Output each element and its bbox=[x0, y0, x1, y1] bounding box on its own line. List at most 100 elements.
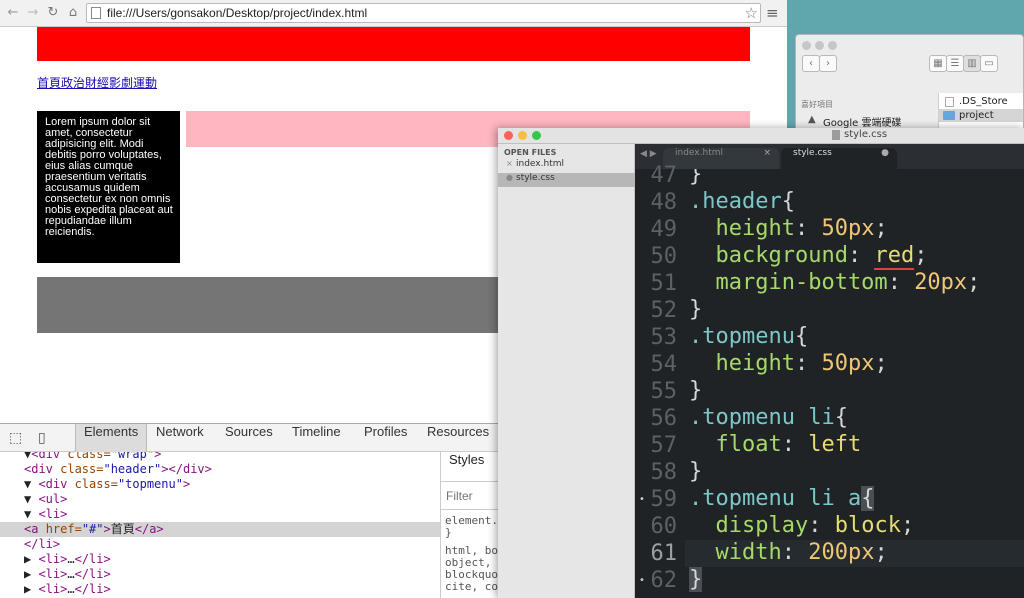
code-line[interactable]: } bbox=[689, 378, 1024, 405]
code-line[interactable]: } bbox=[689, 297, 1024, 324]
editor-tabbar: ◀ ▶ index.html × style.css ● bbox=[635, 144, 1024, 169]
finder-back-icon[interactable]: ‹ bbox=[802, 55, 820, 72]
line-number: 50 bbox=[650, 244, 678, 269]
tab-label: style.css bbox=[793, 148, 832, 158]
line-number: 56 bbox=[650, 406, 678, 431]
finder-forward-icon[interactable]: › bbox=[819, 55, 837, 72]
styles-tab[interactable]: Styles bbox=[441, 452, 500, 482]
list-item[interactable]: .DS_Store bbox=[939, 95, 1023, 108]
sidebar-file-index[interactable]: × index.html bbox=[498, 159, 635, 173]
line-number: 60 bbox=[650, 514, 678, 539]
line-number: 49 bbox=[650, 217, 678, 242]
minimize-button[interactable] bbox=[518, 131, 527, 140]
file-icon bbox=[945, 97, 954, 107]
tab-label: index.html bbox=[675, 148, 723, 158]
tab-index-html[interactable]: index.html × bbox=[663, 148, 779, 169]
tab-scroll-arrows-icon[interactable]: ◀ ▶ bbox=[640, 149, 657, 159]
address-bar[interactable]: file:///Users/gonsakon/Desktop/project/i… bbox=[86, 3, 761, 23]
google-drive-label[interactable]: Google 雲端硬碟 bbox=[823, 114, 901, 129]
dom-node-row[interactable]: ▼ <ul> bbox=[0, 492, 440, 507]
unsaved-dot-icon: ● bbox=[506, 173, 513, 182]
editor-window: style.css OPEN FILES × index.html ● styl… bbox=[498, 128, 1024, 598]
inspect-cursor-icon[interactable]: ⬚ bbox=[9, 429, 22, 447]
code-line[interactable]: height: 50px; bbox=[689, 351, 1024, 378]
close-dot-icon[interactable] bbox=[802, 41, 811, 50]
close-icon[interactable]: × bbox=[763, 148, 771, 158]
code-line[interactable]: } bbox=[689, 459, 1024, 486]
line-number-gutter: 47 48 49 50 51 52 53 54 55 56 57 58 59 • 60 61 62 • bbox=[635, 163, 685, 598]
hamburger-menu-icon[interactable]: ≡ bbox=[766, 4, 779, 22]
list-item[interactable]: project bbox=[939, 109, 1023, 122]
tab-elements[interactable]: Elements bbox=[75, 424, 148, 452]
code-line[interactable]: .topmenu{ bbox=[689, 324, 1024, 351]
device-mode-icon[interactable]: ▯ bbox=[38, 429, 46, 447]
unsaved-dot-icon[interactable]: ● bbox=[881, 148, 889, 158]
home-icon[interactable]: ⌂ bbox=[64, 4, 82, 22]
styles-pane: Styles element. } html, bo object, block… bbox=[440, 452, 500, 598]
dom-node-row[interactable]: </li> bbox=[0, 537, 440, 552]
code-line[interactable]: float: left bbox=[689, 432, 1024, 459]
folder-name: project bbox=[959, 110, 994, 121]
code-line[interactable]: .topmenu li a{ bbox=[689, 486, 1024, 513]
topmenu-link[interactable]: 首頁政治財經影劇運動 bbox=[37, 74, 157, 91]
window-title: style.css bbox=[844, 129, 888, 140]
code-area[interactable]: } .header{ height: 50px; background: red;… bbox=[685, 169, 1024, 598]
column-view-icon[interactable]: ▥ bbox=[963, 55, 981, 72]
code-line[interactable]: display: block; bbox=[689, 513, 1024, 540]
page-header-block bbox=[37, 27, 750, 61]
back-arrow-icon[interactable]: ← bbox=[4, 4, 22, 22]
reload-icon[interactable]: ↻ bbox=[44, 4, 62, 22]
line-number: 52 bbox=[650, 298, 678, 323]
bookmark-star-icon[interactable]: ☆ bbox=[745, 4, 758, 22]
close-icon[interactable]: × bbox=[506, 159, 513, 168]
tab-resources[interactable]: Resources bbox=[419, 424, 497, 452]
code-line[interactable]: .header{ bbox=[689, 189, 1024, 216]
tab-timeline[interactable]: Timeline bbox=[284, 424, 349, 452]
code-line[interactable]: } bbox=[689, 567, 1024, 594]
line-number: 55 bbox=[650, 379, 678, 404]
page-icon bbox=[91, 7, 101, 19]
code-line[interactable]: margin-bottom: 20px; bbox=[689, 270, 1024, 297]
line-number: 51 bbox=[650, 271, 678, 296]
fold-marker-icon[interactable]: • bbox=[639, 575, 645, 586]
line-number: 48 bbox=[650, 190, 678, 215]
tab-network[interactable]: Network bbox=[148, 424, 212, 452]
document-icon bbox=[832, 130, 840, 140]
styles-filter-input[interactable] bbox=[441, 482, 500, 510]
zoom-button[interactable] bbox=[532, 131, 541, 140]
dom-node-row[interactable]: ▼ <div class="topmenu"> bbox=[0, 477, 440, 492]
code-line[interactable]: width: 200px; bbox=[689, 540, 1024, 567]
icon-view-icon[interactable]: ▦ bbox=[929, 55, 947, 72]
dom-tree: ▼<div class="wrap"> <div class="header">… bbox=[0, 452, 440, 598]
lorem-box: Lorem ipsum dolor sit amet, consectetur … bbox=[37, 111, 180, 263]
lorem-text: Lorem ipsum dolor sit amet, consectetur … bbox=[45, 116, 173, 238]
dom-node-row[interactable]: ▶ <li>…</li> bbox=[0, 552, 440, 567]
style-rule-line: cite, co bbox=[445, 580, 498, 593]
dom-node-row[interactable]: ▼ <li> bbox=[0, 507, 440, 522]
close-button[interactable] bbox=[504, 131, 513, 140]
code-line[interactable]: height: 50px; bbox=[689, 216, 1024, 243]
sidebar-file-label: style.css bbox=[516, 173, 555, 183]
tab-profiles[interactable]: Profiles bbox=[356, 424, 415, 452]
minimize-dot-icon[interactable] bbox=[815, 41, 824, 50]
code-line[interactable]: } bbox=[689, 169, 1024, 189]
finder-sidebar-title: 喜好項目 bbox=[801, 100, 833, 109]
fold-marker-icon[interactable]: • bbox=[639, 494, 645, 505]
open-files-label: OPEN FILES bbox=[504, 148, 557, 157]
dom-node-row[interactable]: <a href="#">首頁</a> bbox=[0, 522, 440, 537]
dom-node-row[interactable]: ▶ <li>…</li> bbox=[0, 567, 440, 582]
zoom-dot-icon[interactable] bbox=[828, 41, 837, 50]
tab-sources[interactable]: Sources bbox=[217, 424, 281, 452]
editor-titlebar: style.css bbox=[498, 128, 1024, 144]
forward-arrow-icon[interactable]: → bbox=[24, 4, 42, 22]
list-view-icon[interactable]: ☰ bbox=[946, 55, 964, 72]
gallery-view-icon[interactable]: ▭ bbox=[980, 55, 998, 72]
code-line[interactable]: .topmenu li{ bbox=[689, 405, 1024, 432]
sidebar-file-style[interactable]: ● style.css bbox=[498, 173, 635, 187]
line-number: 54 bbox=[650, 352, 678, 377]
dom-node-row[interactable]: ▶ <li>…</li> bbox=[0, 582, 440, 597]
dom-node-row[interactable]: <div class="header"></div> bbox=[0, 462, 440, 477]
code-line[interactable]: background: red; bbox=[689, 243, 1024, 270]
tab-style-css[interactable]: style.css ● bbox=[781, 148, 897, 169]
dom-node-row[interactable]: ▼<div class="wrap"> bbox=[0, 452, 440, 462]
